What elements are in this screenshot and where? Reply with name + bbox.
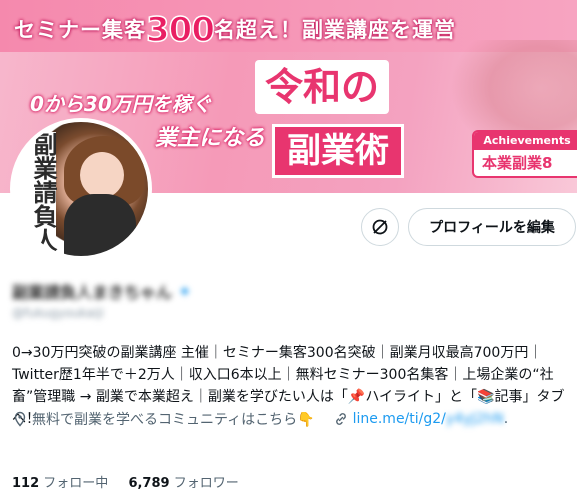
- achievements-badge: Achievements 本業副業8: [472, 130, 577, 178]
- followers-count: 6,789: [128, 476, 170, 491]
- profile-link-visible: line.me/ti/g2/: [352, 411, 446, 427]
- banner-line2: 業主になる: [155, 126, 266, 151]
- unfollow-icon-button[interactable]: [361, 208, 399, 246]
- location-text: 無料で副業を学べるコミュニティはこちら👇: [32, 412, 315, 428]
- profile-meta: 無料で副業を学べるコミュニティはこちら👇 line.me/ti/g2/y4yJ2…: [12, 406, 572, 432]
- banner-line1: 0から30万円を稼ぐ: [30, 92, 212, 116]
- profile-link-blurred: y4yJ2hN: [445, 411, 504, 427]
- display-name: 副業請負人まきちゃん ✦: [12, 280, 262, 303]
- banner-big-title-1: 令和の: [255, 60, 390, 114]
- banner-headline-prefix: セミナー集客: [14, 18, 146, 42]
- followers-link[interactable]: 6,789 フォロワー: [128, 476, 238, 491]
- avatar-face: [80, 152, 124, 198]
- banner-headline: セミナー集客300名超え！副業講座を運営: [14, 9, 456, 51]
- avatar[interactable]: 副業請負人: [10, 118, 152, 260]
- achievements-value: 本業副業8: [482, 154, 553, 172]
- profile-handle: @fukugyoukaiji: [12, 306, 104, 320]
- follow-stats: 112 フォロー中 6,789 フォロワー: [12, 472, 239, 491]
- achievements-title: Achievements: [474, 132, 577, 150]
- avatar-text: 副業請負人: [20, 132, 57, 252]
- following-link[interactable]: 112 フォロー中: [12, 476, 108, 491]
- profile-link-suffix: .: [503, 411, 509, 427]
- banner-big-title-2: 副業術: [272, 124, 404, 178]
- display-name-text: 副業請負人まきちゃん: [12, 283, 173, 302]
- unfollow-icon: [372, 219, 388, 235]
- location-icon: [14, 411, 26, 427]
- avatar-body: [64, 194, 136, 256]
- followers-label: フォロワー: [173, 476, 239, 491]
- edit-profile-button[interactable]: プロフィールを編集: [408, 208, 576, 246]
- following-label: フォロー中: [43, 476, 109, 491]
- banner-headline-number: 300: [145, 9, 215, 51]
- verified-icon: ✦: [178, 281, 192, 301]
- following-count: 112: [12, 476, 40, 491]
- profile-link[interactable]: line.me/ti/g2/y4yJ2hN.: [353, 411, 509, 427]
- banner-headline-suffix: 名超え！副業講座を運営: [213, 18, 456, 42]
- link-icon: [335, 413, 346, 425]
